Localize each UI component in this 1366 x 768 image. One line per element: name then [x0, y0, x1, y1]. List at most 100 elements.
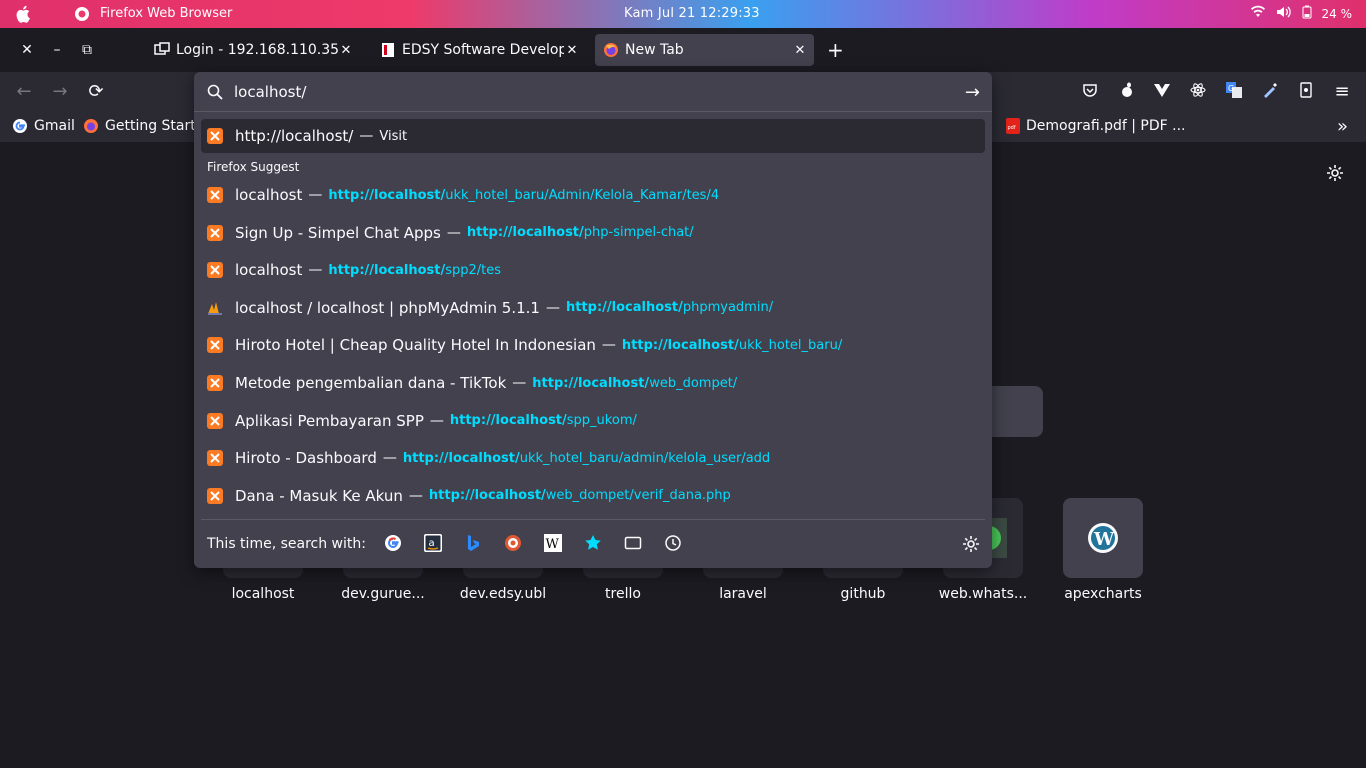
shortcut-tile-apexcharts[interactable]: W: [1063, 498, 1143, 578]
go-arrow-icon[interactable]: →: [965, 82, 980, 103]
urlbar-input-row[interactable]: localhost/ →: [194, 72, 992, 112]
window-minimize-icon[interactable]: –: [49, 42, 65, 58]
shortcut-label[interactable]: dev.edsy.ubl: [443, 586, 563, 602]
react-devtools-icon[interactable]: [1188, 82, 1208, 102]
system-clock[interactable]: Kam Jul 21 12:29:33: [624, 6, 760, 21]
result-url-rest: web_dompet/: [649, 375, 738, 391]
tab-label: New Tab: [625, 42, 684, 58]
settings-gear-icon[interactable]: [1326, 164, 1344, 182]
suggest-result-row[interactable]: localhost — http://localhost/spp2/tes: [201, 253, 985, 287]
suggest-result-row[interactable]: localhost / localhost | phpMyAdmin 5.1.1…: [201, 291, 985, 325]
tab-close-icon[interactable]: ✕: [338, 43, 354, 58]
shortcut-label[interactable]: trello: [563, 586, 683, 602]
shortcut-label[interactable]: localhost: [203, 586, 323, 602]
result-url-rest: ukk_hotel_baru/: [738, 337, 843, 353]
svg-text:pdf: pdf: [1008, 125, 1016, 131]
tabs-icon[interactable]: [624, 534, 644, 554]
wifi-icon[interactable]: [1250, 5, 1266, 23]
window-restore-icon[interactable]: ⧉: [79, 42, 95, 58]
duckduckgo-engine-icon[interactable]: [504, 534, 524, 554]
result-url: http://localhost/phpmyadmin/: [566, 300, 773, 315]
result-separator: —: [382, 450, 397, 467]
wikipedia-engine-icon[interactable]: W: [544, 534, 564, 554]
proxmox-favicon-icon: [154, 42, 170, 55]
result-separator: —: [359, 128, 374, 144]
volume-icon[interactable]: [1276, 5, 1292, 23]
tab-new-tab[interactable]: New Tab ✕: [595, 34, 814, 66]
extension-page-icon[interactable]: [1296, 82, 1316, 102]
translate-icon[interactable]: G: [1224, 82, 1244, 102]
result-title: localhost: [235, 186, 303, 204]
result-url: http://localhost/ukk_hotel_baru/admin/ke…: [403, 451, 770, 466]
result-action: Visit: [379, 128, 408, 144]
heuristic-result-row[interactable]: http://localhost/ — Visit: [201, 119, 985, 153]
one-off-search-engines: a W: [384, 534, 684, 554]
result-url: http://localhost/php-simpel-chat/: [467, 225, 694, 240]
bing-engine-icon[interactable]: [464, 534, 484, 554]
tab-login[interactable]: Login - 192.168.110.35 - A ✕: [146, 34, 360, 66]
gnome-extension-icon[interactable]: [1116, 82, 1136, 102]
result-url: http://localhost/web_dompet/: [532, 376, 737, 391]
result-separator: —: [308, 262, 323, 279]
apple-logo-icon[interactable]: [16, 5, 32, 23]
edsy-favicon-icon: [382, 43, 394, 57]
firefox-favicon-icon: [604, 43, 618, 57]
xampp-icon: [207, 450, 223, 467]
bookmark-getting-started[interactable]: Getting Starte: [83, 118, 204, 134]
suggest-result-row[interactable]: Metode pengembalian dana - TikTok — http:/…: [201, 366, 985, 400]
xampp-icon: [207, 224, 223, 241]
forward-arrow-icon[interactable]: →: [50, 82, 70, 102]
result-separator: —: [601, 337, 616, 354]
suggest-result-row[interactable]: Hiroto - Dashboard — http://localhost/ukk_…: [201, 441, 985, 475]
google-engine-icon[interactable]: [384, 534, 404, 554]
tab-close-icon[interactable]: ✕: [564, 43, 580, 58]
bookmark-demografi-pdf[interactable]: pdf Demografi.pdf | PDF ...: [1006, 118, 1185, 134]
result-url-rest: ukk_hotel_baru/admin/kelola_user/add: [519, 450, 771, 466]
battery-icon[interactable]: [1302, 5, 1312, 23]
window-close-icon[interactable]: ✕: [19, 42, 35, 58]
suggest-result-row[interactable]: Hiroto Hotel | Cheap Quality Hotel In In…: [201, 328, 985, 362]
result-url: http://localhost/spp2/tes: [328, 263, 501, 278]
search-settings-gear-icon[interactable]: [962, 535, 980, 553]
result-url-rest: php-simpel-chat/: [583, 225, 694, 241]
vuejs-devtools-icon[interactable]: [1152, 82, 1172, 102]
bookmarks-star-icon[interactable]: [584, 534, 604, 554]
amazon-engine-icon[interactable]: a: [424, 534, 444, 554]
hamburger-menu-icon[interactable]: ≡: [1332, 82, 1352, 102]
tab-edsy[interactable]: EDSY Software Developm ✕: [372, 34, 586, 66]
xampp-icon: [207, 487, 223, 504]
chevron-double-right-icon[interactable]: »: [1337, 116, 1348, 137]
result-title: Metode pengembalian dana - TikTok: [235, 374, 507, 392]
shortcut-label[interactable]: github: [803, 586, 923, 602]
shortcut-label[interactable]: dev.gurue...: [323, 586, 443, 602]
reload-icon[interactable]: ⟳: [86, 82, 106, 102]
system-tray: 24 %: [1250, 5, 1352, 23]
urlbar-input[interactable]: localhost/: [234, 83, 306, 101]
result-url-rest: phpmyadmin/: [682, 300, 774, 316]
bookmark-gmail[interactable]: Gmail: [12, 118, 75, 134]
result-url-match: http://localhost/: [428, 488, 546, 504]
tab-close-icon[interactable]: ✕: [792, 43, 808, 58]
suggest-result-row[interactable]: Aplikasi Pembayaran SPP — http://localhost…: [201, 404, 985, 438]
shortcut-label[interactable]: web.whats...: [923, 586, 1043, 602]
page-search-box-edge[interactable]: [988, 386, 1043, 437]
wordpress-icon: W: [1088, 523, 1118, 553]
history-clock-icon[interactable]: [664, 534, 684, 554]
xampp-icon: [207, 337, 223, 354]
result-separator: —: [446, 224, 461, 241]
tab-strip: ✕ – ⧉ Login - 192.168.110.35 - A ✕ EDSY …: [0, 28, 1366, 72]
shortcut-label[interactable]: laravel: [683, 586, 803, 602]
urlbar-dropdown: localhost/ → http://localhost/ — Visit F…: [194, 72, 992, 568]
back-arrow-icon[interactable]: ←: [14, 82, 34, 102]
app-name[interactable]: Firefox Web Browser: [100, 6, 232, 21]
suggest-result-row[interactable]: Sign Up - Simpel Chat Apps — http://localh…: [201, 216, 985, 250]
new-tab-plus-icon[interactable]: +: [827, 40, 844, 60]
color-picker-icon[interactable]: [1260, 82, 1280, 102]
xampp-icon: [207, 262, 223, 279]
shortcut-label[interactable]: apexcharts: [1043, 586, 1163, 602]
system-top-bar: Firefox Web Browser Kam Jul 21 12:29:33 …: [0, 0, 1366, 28]
result-separator: —: [308, 187, 323, 203]
suggest-result-row[interactable]: localhost — http://localhost/ukk_hotel_bar…: [201, 178, 985, 212]
suggest-result-row[interactable]: Dana - Masuk Ke Akun — http://localhost/we…: [201, 479, 985, 513]
pocket-icon[interactable]: [1080, 82, 1100, 102]
